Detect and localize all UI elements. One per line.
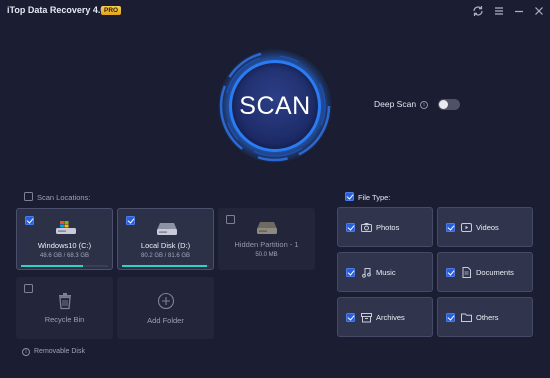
trash-icon (59, 293, 71, 310)
file-type-photos[interactable]: Photos (337, 207, 433, 247)
drive-c-name: Windows10 (C:) (37, 241, 92, 250)
deep-scan-label: Deep Scan (374, 99, 417, 109)
drive-c-checkbox[interactable] (25, 216, 34, 225)
drive-d-usage-fill (122, 265, 208, 267)
scan-label: SCAN (239, 91, 311, 120)
archives-checkbox[interactable] (346, 313, 355, 322)
info-icon[interactable]: i (420, 101, 428, 109)
file-type-archives[interactable]: Archives (337, 297, 433, 337)
documents-label: Documents (476, 268, 514, 277)
drive-c-size: 48.6 GB / 68.3 GB (39, 253, 90, 259)
hard-drive-icon (257, 222, 277, 234)
photos-label: Photos (376, 223, 400, 232)
file-type-others[interactable]: Others (437, 297, 533, 337)
drive-c-usage-bar (21, 265, 108, 267)
title-bar: iTop Data Recovery 4.0 PRO (0, 0, 550, 22)
recycle-bin-card[interactable]: Recycle Bin (16, 277, 113, 339)
music-icon (362, 268, 371, 278)
drive-card-d[interactable]: Local Disk (D:) 80.2 GB / 81.6 GB (117, 208, 214, 270)
music-label: Music (376, 268, 396, 277)
menu-icon[interactable] (491, 3, 507, 19)
drive-d-name: Local Disk (D:) (140, 241, 191, 250)
minimize-icon[interactable] (511, 3, 527, 19)
music-checkbox[interactable] (346, 268, 355, 277)
drive-card-c[interactable]: Windows10 (C:) 48.6 GB / 68.3 GB (16, 208, 113, 270)
deep-scan-toggle[interactable] (438, 99, 460, 110)
file-type-documents[interactable]: Documents (437, 252, 533, 292)
add-folder-label: Add Folder (147, 316, 184, 325)
videos-label: Videos (476, 223, 499, 232)
folder-icon (461, 313, 472, 322)
archive-icon (361, 313, 372, 323)
drive-hidden-size: 50.0 MB (255, 252, 278, 258)
drive-card-hidden[interactable]: Hidden Partition - 1 50.0 MB (218, 208, 315, 270)
toggle-knob (439, 100, 448, 109)
documents-checkbox[interactable] (446, 268, 455, 277)
file-type-music[interactable]: Music (337, 252, 433, 292)
drive-d-usage-bar (122, 265, 209, 267)
recycle-bin-checkbox[interactable] (24, 284, 33, 293)
pro-badge: PRO (101, 6, 122, 15)
removable-disk-label: Removable Disk (34, 348, 85, 355)
hard-drive-icon (157, 223, 177, 235)
camera-icon (361, 223, 372, 232)
drive-d-checkbox[interactable] (126, 216, 135, 225)
close-icon[interactable] (531, 3, 547, 19)
scan-button[interactable]: SCAN (229, 60, 321, 152)
recycle-bin-label: Recycle Bin (44, 315, 85, 324)
removable-disk-icon: i (22, 348, 30, 356)
drive-d-size: 80.2 GB / 81.6 GB (140, 253, 191, 259)
document-icon (462, 267, 471, 278)
app-title: iTop Data Recovery 4.0 (7, 5, 106, 15)
file-type-header: File Type: (358, 193, 391, 202)
windows-drive-icon (56, 221, 76, 234)
others-label: Others (476, 313, 499, 322)
file-type-checkbox[interactable] (345, 192, 354, 201)
scan-locations-header: Scan Locations: (37, 193, 91, 202)
others-checkbox[interactable] (446, 313, 455, 322)
add-folder-card[interactable]: Add Folder (117, 277, 214, 339)
plus-icon (157, 292, 175, 310)
drive-hidden-name: Hidden Partition - 1 (234, 240, 299, 249)
photos-checkbox[interactable] (346, 223, 355, 232)
archives-label: Archives (376, 313, 405, 322)
videos-checkbox[interactable] (446, 223, 455, 232)
file-type-videos[interactable]: Videos (437, 207, 533, 247)
scan-locations-checkbox[interactable] (24, 192, 33, 201)
drive-hidden-checkbox[interactable] (226, 215, 235, 224)
refresh-icon[interactable] (470, 3, 486, 19)
drive-c-usage-fill (21, 265, 83, 267)
video-icon (461, 223, 472, 232)
